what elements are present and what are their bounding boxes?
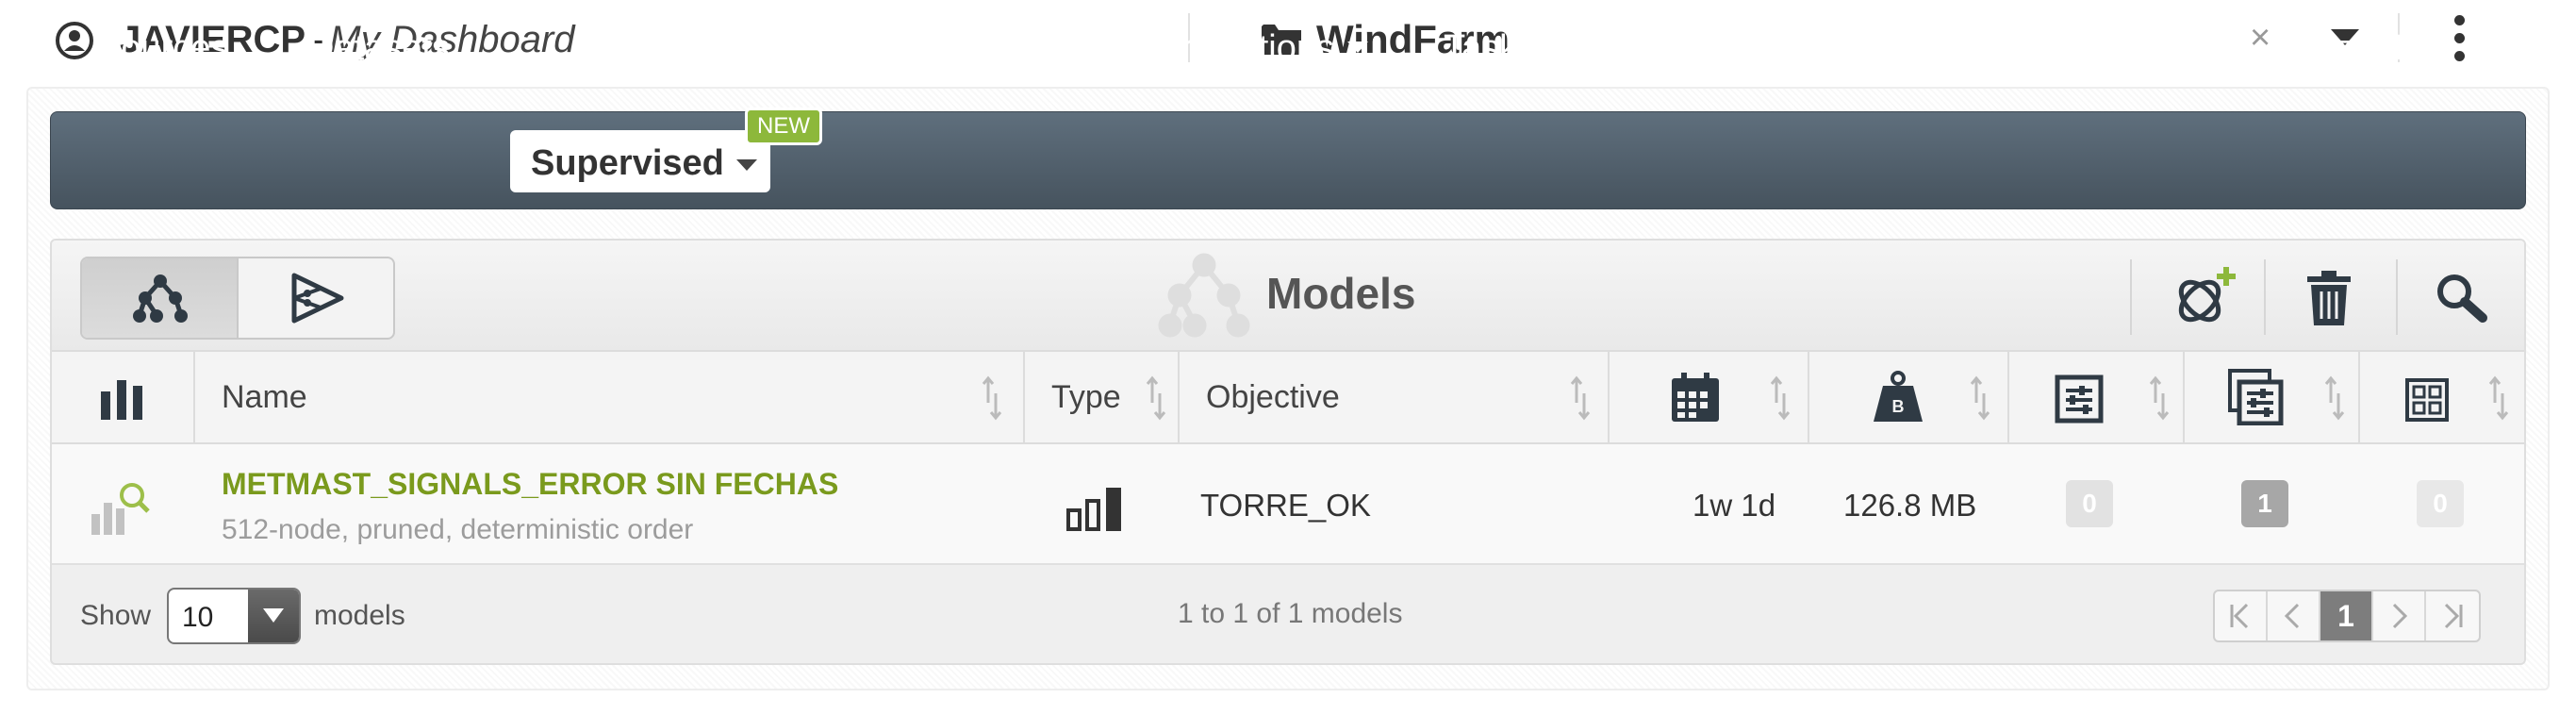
models-label: models [314, 600, 405, 631]
count-badge: 0 [2066, 480, 2113, 527]
column-label: Name [222, 379, 307, 415]
prev-page-icon [2284, 603, 2300, 629]
nav-label: Unsupervised [832, 28, 1051, 68]
next-page-icon [2392, 603, 2408, 629]
tree-view-icon [133, 274, 188, 323]
count-badge: 1 [2241, 480, 2288, 527]
chevron-down-icon [736, 159, 757, 171]
search-button[interactable] [2436, 273, 2488, 328]
results-range: 1 to 1 of 1 models [1178, 598, 1403, 629]
new-badge: NEW [745, 108, 822, 145]
ensemble-view-button[interactable] [239, 258, 393, 338]
divider [2130, 259, 2132, 335]
fields-icon [2055, 374, 2104, 424]
models-panel: Models Name Type Objective B METMAST_SIG… [50, 239, 2526, 665]
calendar-icon [1672, 373, 1719, 422]
chevron-down-icon [2436, 41, 2457, 53]
model-status-icon [91, 483, 150, 535]
column-fields[interactable] [2009, 352, 2185, 442]
column-other[interactable] [2360, 352, 2524, 442]
column-options-icon [101, 380, 142, 420]
view-toggle [80, 257, 395, 340]
sort-icon [1970, 375, 1990, 421]
grid-icon [2405, 378, 2449, 422]
first-page-button[interactable] [2215, 591, 2268, 640]
nav-datasets[interactable]: Datasets [308, 26, 450, 70]
instances-icon [2228, 369, 2284, 425]
column-name[interactable]: Name [195, 352, 1025, 442]
bar-chart-icon [1066, 488, 1121, 531]
objective-field: TORRE_OK [1200, 488, 1371, 523]
count-badge: 0 [2417, 480, 2464, 527]
main-nav [50, 111, 2526, 209]
nav-label: WhizzML [2275, 28, 2423, 68]
model-description: 512-node, pruned, deterministic order [222, 514, 694, 545]
sort-icon [1570, 375, 1591, 421]
column-created[interactable] [1610, 352, 1809, 442]
chevron-down-icon [1346, 41, 1368, 53]
sort-icon [2324, 375, 2345, 421]
column-options[interactable] [52, 352, 195, 442]
first-page-icon [2230, 603, 2249, 629]
model-watermark-icon [1158, 253, 1250, 338]
nav-whizzml[interactable]: WhizzML [2275, 26, 2457, 70]
nav-label: Predictions [1157, 28, 1334, 68]
ensemble-view-icon [291, 273, 344, 324]
model-age: 1w 1d [1693, 488, 1776, 523]
column-label: Type [1051, 379, 1121, 415]
next-page-button[interactable] [2373, 591, 2426, 640]
nav-label: Sources [97, 28, 229, 68]
nav-sources[interactable]: Sources [97, 26, 228, 70]
sort-icon [1146, 375, 1166, 421]
nav-unsupervised[interactable]: Unsupervised [832, 26, 1085, 70]
svg-text:B: B [1892, 397, 1905, 416]
model-size: 126.8 MB [1843, 488, 1977, 523]
chevron-down-icon [1064, 41, 1085, 53]
last-page-icon [2444, 603, 2463, 629]
pagination: 1 [2213, 590, 2481, 642]
table-footer: Show 10 models 1 to 1 of 1 models 1 [52, 565, 2524, 663]
show-label: Show [80, 600, 152, 631]
column-label: Objective [1206, 379, 1340, 415]
panel-title: Models [1266, 269, 1416, 318]
panel-header: Models [52, 241, 2524, 352]
column-size[interactable]: B [1809, 352, 2009, 442]
column-instances[interactable] [2185, 352, 2360, 442]
weight-icon: B [1874, 371, 1923, 422]
nav-supervised[interactable]: Supervised [510, 130, 770, 192]
table-row[interactable]: METMAST_SIGNALS_ERROR SIN FECHAS 512-nod… [52, 444, 2524, 565]
delete-icon [2307, 271, 2351, 325]
page-number-button[interactable]: 1 [2320, 591, 2373, 640]
sort-icon [2149, 375, 2170, 421]
search-icon [2437, 274, 2487, 323]
nav-tasks[interactable]: Tasks [1444, 26, 1535, 70]
divider [2264, 259, 2266, 335]
nav-label: Tasks [1444, 28, 1536, 68]
divider [2396, 259, 2398, 335]
tree-view-button[interactable] [82, 258, 239, 338]
sort-icon [2488, 375, 2509, 421]
dropdown-arrow-icon [248, 590, 299, 642]
create-model-button[interactable] [2171, 265, 2237, 332]
table-header: Name Type Objective B [52, 352, 2524, 444]
column-objective[interactable]: Objective [1180, 352, 1610, 442]
close-project-icon[interactable]: × [2250, 17, 2271, 58]
model-name-link[interactable]: METMAST_SIGNALS_ERROR SIN FECHAS [222, 465, 838, 503]
page-size-value: 10 [182, 602, 214, 633]
page-size-select[interactable]: 10 [167, 588, 301, 644]
prev-page-button[interactable] [2268, 591, 2320, 640]
nav-label: Datasets [308, 28, 450, 68]
sort-icon [982, 375, 1002, 421]
user-icon[interactable] [55, 21, 94, 60]
last-page-button[interactable] [2426, 591, 2479, 640]
sort-icon [1770, 375, 1791, 421]
nav-label: Supervised [531, 143, 724, 183]
column-type[interactable]: Type [1025, 352, 1180, 442]
nav-predictions[interactable]: Predictions [1157, 26, 1368, 70]
delete-button[interactable] [2305, 271, 2353, 330]
create-model-icon [2178, 267, 2236, 323]
